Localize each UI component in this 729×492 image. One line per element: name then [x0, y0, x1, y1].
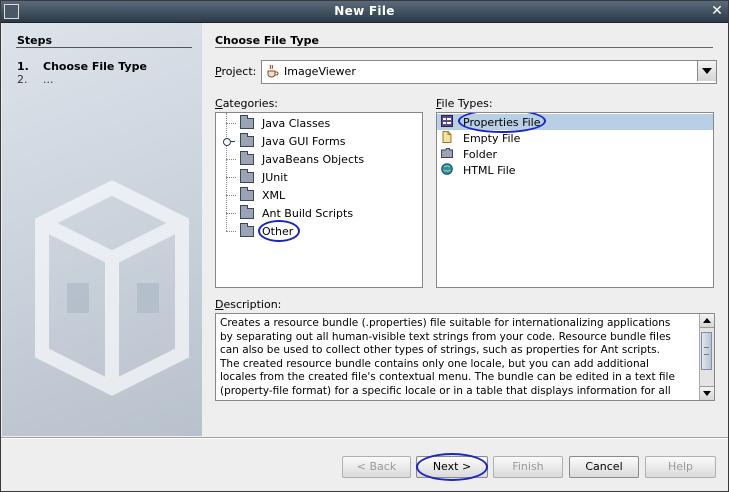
steps-title: Steps: [17, 34, 53, 47]
category-item[interactable]: Java GUI Forms: [216, 132, 422, 150]
scroll-thumb[interactable]: [701, 332, 712, 370]
title-bar[interactable]: New File ✕: [1, 1, 728, 23]
window-title: New File: [334, 4, 395, 18]
category-item[interactable]: XML: [216, 186, 422, 204]
file-types-list[interactable]: Properties File Empty File Folder HTML F…: [436, 112, 714, 288]
project-combo[interactable]: ImageViewer: [261, 60, 717, 84]
wizard-decoration-icon: [35, 180, 189, 396]
step-number: 2.: [17, 73, 28, 86]
close-icon[interactable]: ✕: [710, 4, 724, 18]
back-button[interactable]: < Back: [342, 456, 411, 478]
button-separator: [1, 437, 728, 439]
empty-file-icon: [442, 131, 452, 143]
category-item[interactable]: JavaBeans Objects: [216, 150, 422, 168]
file-type-item[interactable]: Folder: [437, 146, 713, 162]
description-label: Description:: [215, 298, 282, 311]
next-button[interactable]: Next >: [416, 456, 488, 478]
step-label: Choose File Type: [43, 60, 147, 73]
properties-file-icon: [441, 115, 453, 127]
category-item[interactable]: JUnit: [216, 168, 422, 186]
project-value: ImageViewer: [284, 65, 356, 78]
folder-icon: [240, 169, 254, 183]
help-button[interactable]: Help: [645, 456, 716, 478]
html-file-icon: [441, 163, 453, 175]
folder-icon: [240, 205, 254, 219]
file-type-item[interactable]: HTML File: [437, 162, 713, 178]
section-divider: [215, 47, 713, 48]
new-file-dialog: New File ✕ Steps 1. Choose File Type 2...…: [0, 0, 729, 492]
folder-icon: [240, 223, 254, 237]
description-scrollbar[interactable]: [699, 314, 714, 400]
expand-handle-icon[interactable]: [223, 138, 235, 146]
folder-icon: [240, 133, 254, 147]
steps-divider: [16, 47, 192, 48]
finish-button[interactable]: Finish: [493, 456, 563, 478]
chevron-down-icon[interactable]: [697, 61, 716, 81]
folder-icon: [240, 115, 254, 129]
step-number: 1.: [17, 60, 29, 73]
scroll-down-icon[interactable]: [700, 386, 714, 400]
file-type-item[interactable]: Empty File: [437, 130, 713, 146]
step-item-2: 2....: [17, 73, 54, 86]
cancel-button[interactable]: Cancel: [569, 456, 639, 478]
java-project-icon: [267, 64, 279, 78]
steps-panel: Steps 1. Choose File Type 2....: [2, 23, 202, 436]
file-types-label: File Types:: [436, 97, 493, 110]
scroll-up-icon[interactable]: [700, 314, 714, 328]
folder-icon: [441, 148, 453, 158]
section-title: Choose File Type: [215, 34, 319, 47]
step-item-1: 1. Choose File Type: [17, 60, 147, 73]
category-item[interactable]: Ant Build Scripts: [216, 204, 422, 222]
main-panel: Choose File Type Project: ImageViewer Ca…: [203, 23, 728, 436]
categories-label: Categories:: [215, 97, 279, 110]
folder-icon: [240, 187, 254, 201]
file-type-item-selected[interactable]: Properties File: [437, 114, 713, 130]
step-label: ...: [43, 73, 54, 86]
project-label: Project:: [215, 65, 257, 78]
categories-tree[interactable]: Java Classes Java GUI Forms JavaBeans Ob…: [215, 112, 423, 288]
description-textarea[interactable]: Creates a resource bundle (.properties) …: [215, 313, 715, 401]
folder-icon: [240, 151, 254, 165]
category-item[interactable]: Java Classes: [216, 114, 422, 132]
description-text: Creates a resource bundle (.properties) …: [220, 317, 675, 397]
category-item-other[interactable]: Other: [216, 222, 422, 240]
